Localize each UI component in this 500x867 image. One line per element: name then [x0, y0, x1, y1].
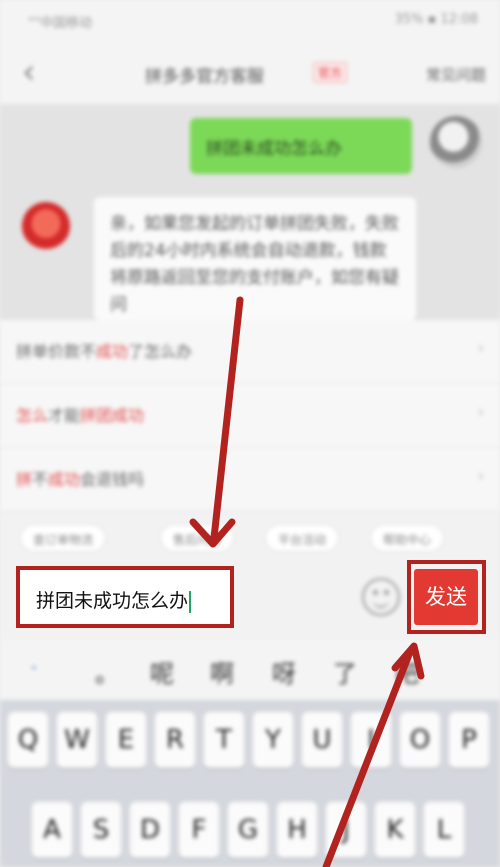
arrow-to-send [322, 648, 414, 867]
annotation-arrows [189, 296, 425, 867]
arrow-to-input [210, 296, 244, 542]
